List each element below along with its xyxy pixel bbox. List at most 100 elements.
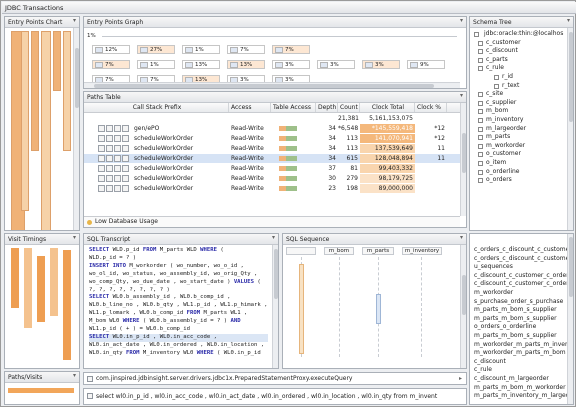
list-item[interactable]: o_orders_o_orderline <box>474 323 573 332</box>
checkbox[interactable] <box>478 109 483 115</box>
tree-item[interactable]: r_id <box>474 73 563 82</box>
graph-node[interactable]: 1% <box>137 60 175 69</box>
table-row[interactable]: scheduleWorkOrder Read-Write 23 198 89,000,0… <box>84 184 462 193</box>
sequence-lane[interactable]: m_bom <box>324 247 354 255</box>
list-item[interactable]: c_discount <box>474 358 573 367</box>
tree-item[interactable]: o_item <box>474 159 563 168</box>
minimize-icon[interactable]: ▾ <box>73 234 76 241</box>
scrollbar[interactable] <box>567 234 573 404</box>
scrollbar[interactable] <box>272 245 278 368</box>
entry-point-bar[interactable] <box>41 31 51 230</box>
graph-node[interactable]: 1% <box>182 45 220 54</box>
tree-item[interactable]: c_discount <box>474 47 563 56</box>
tree-item[interactable]: c_site <box>474 90 563 99</box>
list-item[interactable]: c_discount_c_customer_c_orders <box>474 272 573 281</box>
tree-item[interactable]: m_workorder <box>474 142 563 151</box>
timing-bar[interactable] <box>63 250 71 360</box>
tree-item[interactable]: o_orders <box>474 176 563 185</box>
checkbox[interactable] <box>478 160 483 166</box>
checkbox[interactable] <box>478 178 483 184</box>
table-row[interactable]: scheduleWorkOrder Read-Write 30 279 98,179,7… <box>84 174 462 183</box>
table-row[interactable]: scheduleWorkOrder Read-Write 34 615 128,048,… <box>84 154 462 163</box>
list-item[interactable]: m_parts_m_bom_m_workorder <box>474 384 573 393</box>
scrollbar[interactable] <box>73 28 79 230</box>
col-header[interactable]: Clock % <box>415 103 447 112</box>
sequence-lane[interactable]: m_parts <box>362 247 394 255</box>
col-header[interactable]: Depth <box>316 103 338 112</box>
minimize-icon[interactable]: ▾ <box>460 92 463 99</box>
graph-node[interactable]: 9% <box>407 60 445 69</box>
col-header[interactable]: Call Stack Prefix <box>84 103 229 112</box>
scroll-right-icon[interactable]: ▸ <box>459 375 462 382</box>
col-header[interactable]: Table Access <box>271 103 316 112</box>
list-item[interactable]: c_orders_c_discount_c_customer <box>474 255 573 264</box>
tree-item[interactable]: m_parts <box>474 133 563 142</box>
timing-bar[interactable] <box>50 248 58 316</box>
checkbox[interactable] <box>478 126 483 132</box>
list-item[interactable]: u_sequences <box>474 263 573 272</box>
list-item[interactable]: s_purchase_order_s_purchase <box>474 298 573 307</box>
list-item[interactable]: m_workorder_m_parts_m_inventory <box>474 341 573 350</box>
list-item[interactable]: c_discount_c_customer_c_orders <box>474 280 573 289</box>
entry-point-bar[interactable] <box>63 31 71 151</box>
graph-node[interactable]: 3% <box>317 60 355 69</box>
tree-item[interactable]: c_rule <box>474 64 563 73</box>
graph-node[interactable]: 7% <box>227 45 265 54</box>
list-item[interactable]: c_orders_c_discount_c_customer <box>474 246 573 255</box>
timing-bar[interactable] <box>24 248 32 328</box>
list-item[interactable]: m_parts_m_bom_s_supplier <box>474 332 573 341</box>
table-row[interactable]: scheduleWorkOrder Read-Write 37 81 99,403,33… <box>84 164 462 173</box>
minimize-icon[interactable]: ▾ <box>73 17 76 24</box>
checkbox[interactable] <box>478 92 483 98</box>
scrollbar[interactable] <box>460 245 466 368</box>
table-row[interactable]: scheduleWorkOrder Read-Write 34 113 137,539,… <box>84 144 462 153</box>
tree-item[interactable]: c_customer <box>474 39 563 48</box>
graph-node[interactable]: 12% <box>92 45 130 54</box>
list-item[interactable]: c_rule <box>474 366 573 375</box>
tree-item[interactable]: m_largeorder <box>474 125 563 134</box>
timing-bar[interactable] <box>37 256 45 322</box>
minimize-icon[interactable]: ▾ <box>460 234 463 241</box>
minimize-icon[interactable]: ▾ <box>567 17 570 24</box>
checkbox[interactable] <box>478 169 483 175</box>
minimize-icon[interactable]: ▾ <box>272 234 275 241</box>
col-header[interactable]: Count <box>338 103 360 112</box>
graph-node[interactable]: 27% <box>137 45 175 54</box>
list-item[interactable]: m_parts_m_bom_s_supplier <box>474 315 573 324</box>
checkbox[interactable] <box>478 66 483 72</box>
entry-point-bar[interactable] <box>21 31 29 211</box>
graph-node[interactable]: 13% <box>182 60 220 69</box>
graph-node[interactable]: 7% <box>272 45 310 54</box>
checkbox[interactable] <box>478 100 483 106</box>
checkbox[interactable] <box>478 49 483 55</box>
checkbox[interactable] <box>478 57 483 63</box>
list-item[interactable]: m_workorder <box>474 289 573 298</box>
tree-item[interactable]: o_orderline <box>474 168 563 177</box>
table-row[interactable]: gen/ePO Read-Write 34 *6,548 *145,559,418 *12 <box>84 124 462 133</box>
graph-node[interactable]: 3% <box>272 60 310 69</box>
entry-point-bar[interactable] <box>31 31 39 151</box>
checkbox[interactable] <box>494 83 499 89</box>
scrollbar[interactable] <box>84 82 460 88</box>
checkbox[interactable] <box>478 143 483 149</box>
tree-item[interactable]: m_bom <box>474 107 563 116</box>
col-header[interactable]: Clock Total <box>360 103 415 112</box>
tree-item[interactable]: m_inventory <box>474 116 563 125</box>
checkbox[interactable] <box>478 135 483 141</box>
scrollbar[interactable] <box>567 28 573 230</box>
graph-node[interactable]: 13% <box>227 60 265 69</box>
list-item[interactable]: m_workorder_m_parts_m_bom <box>474 349 573 358</box>
tree-root[interactable]: jdbc:oracle:thin:@localhos <box>474 30 563 39</box>
timing-bar[interactable] <box>11 248 19 308</box>
sequence-lane[interactable] <box>286 247 316 255</box>
list-item[interactable]: m_parts_m_bom_s_supplier <box>474 306 573 315</box>
checkbox[interactable] <box>478 152 483 158</box>
tree-item[interactable]: r_text <box>474 82 563 91</box>
sequence-lane[interactable]: m_inventory <box>402 247 442 255</box>
tree-item[interactable]: c_supplier <box>474 99 563 108</box>
checkbox[interactable] <box>478 40 483 46</box>
table-row[interactable]: scheduleWorkOrder Read-Write 34 113 141,070,… <box>84 134 462 143</box>
minimize-icon[interactable]: ▾ <box>460 17 463 24</box>
list-item[interactable]: c_discount_m_largeorder <box>474 375 573 384</box>
checkbox[interactable] <box>478 117 483 123</box>
